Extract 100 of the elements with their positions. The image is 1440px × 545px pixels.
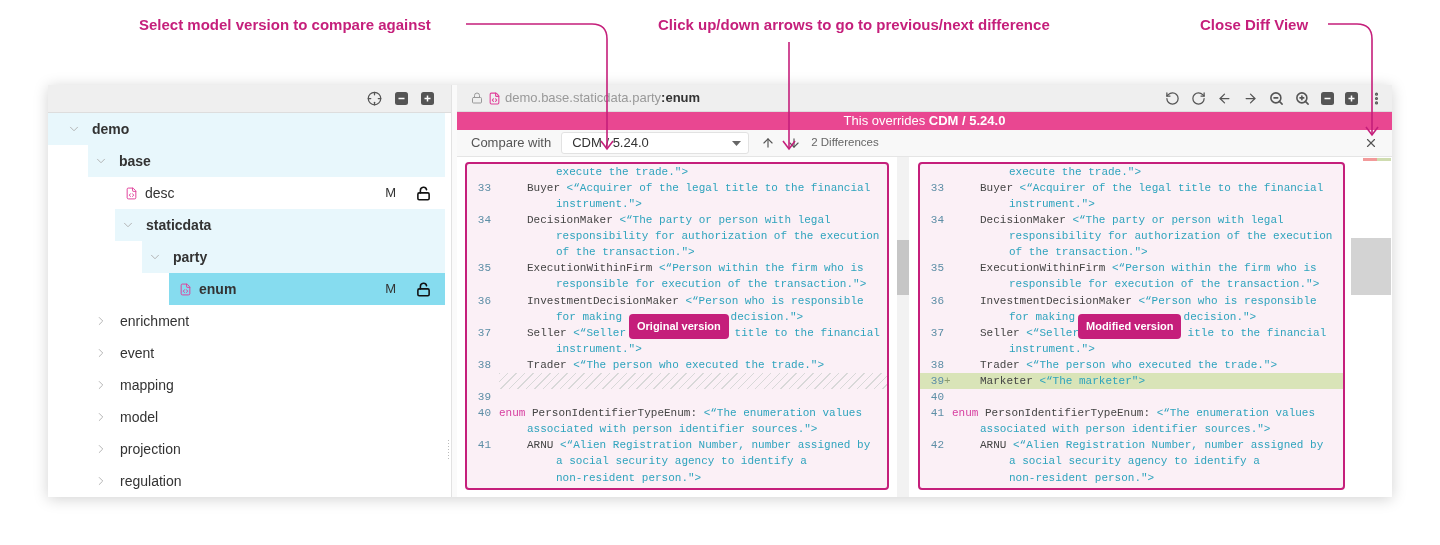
callout-label: Click up/down arrows to go to previous/next difference	[658, 15, 1050, 35]
zoom-out-icon	[1269, 90, 1284, 106]
tree-item-label: enrichment	[120, 311, 191, 331]
code-docstring: instrument.">	[556, 197, 642, 212]
collapse-button[interactable]	[1321, 91, 1334, 105]
callout-label: Select model version to compare against	[139, 15, 431, 35]
lock-open-icon	[416, 281, 431, 297]
code-identifier: DecisionMaker	[527, 213, 613, 229]
minus-square-icon	[1321, 91, 1334, 105]
code-identifier: Trader	[527, 357, 567, 373]
code-file-icon	[125, 186, 138, 200]
code-identifier: InvestmentDecisionMaker	[980, 293, 1132, 309]
code-docstring: responsible for execution of the transaction.">	[556, 277, 867, 293]
code-docstring: <“The enumeration values	[703, 406, 863, 422]
code-docstring: <“Alien Registration Number, number assigned by	[1013, 438, 1324, 454]
compare-label: Compare with	[471, 134, 552, 153]
tree-item-label: enum	[199, 279, 238, 299]
redo-button[interactable]	[1191, 90, 1206, 106]
locate-button[interactable]	[367, 91, 382, 106]
caret-icon	[732, 140, 742, 146]
code-identifier: Seller	[527, 325, 567, 341]
code-docstring: associated with person identifier sources.">	[980, 422, 1271, 438]
code-docstring: associated with person identifier sources.">	[527, 422, 818, 438]
line-number: 41	[930, 407, 944, 420]
code-docstring: <“Acquirer of the legal title to the financial	[1019, 180, 1324, 196]
arrow-right-icon	[1243, 90, 1258, 106]
plus-square-icon	[1345, 91, 1358, 105]
line-number: 42	[930, 439, 944, 452]
code-identifier: Marketer	[980, 374, 1033, 389]
code-docstring: responsibility for authorization of the execution	[556, 229, 880, 245]
line-number: 35	[930, 262, 944, 275]
code-docstring: instrument.">	[556, 341, 642, 357]
code-docstring: <“The party or person with legal	[619, 213, 831, 229]
line-number: 39	[477, 391, 491, 404]
code-docstring: instrument.">	[1009, 341, 1095, 357]
code-docstring: responsible for execution of the transaction.">	[1009, 277, 1320, 293]
expand-button[interactable]	[1345, 91, 1358, 105]
code-docstring: non-resident person.">	[556, 470, 702, 486]
code-docstring: <“The marketer">	[1039, 374, 1146, 389]
line-number: 41	[477, 439, 491, 452]
code-docstring: execute the trade.">	[556, 164, 689, 180]
code-file-icon	[179, 282, 192, 296]
forward-button[interactable]	[1243, 90, 1258, 106]
code-docstring: <“Seller	[573, 325, 626, 341]
code-docstring: <“The person who executed the trade.">	[573, 357, 825, 373]
version-label: Modified version	[1078, 314, 1182, 339]
tree-item-label: event	[120, 343, 156, 363]
tree-item[interactable]: enum M	[169, 273, 445, 305]
code-docstring: a social security agency to identify a	[556, 454, 807, 470]
code-identifier: PersonIdentifierTypeEnum:	[985, 406, 1151, 422]
code-identifier: ARNU	[527, 438, 554, 454]
zoom-out-button[interactable]	[1269, 90, 1284, 106]
line-number: 39	[930, 375, 944, 387]
code-identifier: ExecutionWithinFirm	[980, 261, 1106, 277]
code-docstring: of the transaction.">	[556, 245, 695, 261]
close-icon	[1364, 136, 1378, 150]
line-number: 36	[930, 294, 944, 307]
addition-mark	[1377, 158, 1391, 161]
code-docstring: a social security agency to identify a	[1009, 454, 1260, 470]
code-docstring: title to the financial	[734, 325, 880, 341]
tree-item-label: model	[120, 407, 160, 427]
code-docstring: for making	[1009, 309, 1075, 325]
close-diff-button[interactable]	[1364, 136, 1378, 150]
code-docstring: execute the trade.">	[1009, 164, 1142, 180]
code-docstring: <“Person within the firm who is	[1112, 261, 1317, 277]
code-docstring: <“Acquirer of the legal title to the financial	[566, 180, 871, 196]
code-docstring: <“The party or person with legal	[1072, 213, 1284, 229]
code-identifier: Buyer	[527, 180, 560, 196]
scrollbar-thumb[interactable]	[897, 240, 909, 295]
callout-label: Close Diff View	[1200, 15, 1309, 35]
version-select[interactable]: CDM / 5.24.0	[561, 132, 750, 154]
code-identifier: ARNU	[980, 438, 1007, 454]
code-docstring: <“Person who is responsible	[1138, 293, 1317, 309]
line-number: 38	[477, 358, 491, 371]
back-button[interactable]	[1217, 90, 1232, 106]
previous-difference-button[interactable]	[761, 136, 776, 150]
tree-item[interactable]: staticdata	[115, 209, 445, 241]
code-docstring: <“The person who executed the trade.">	[1026, 357, 1278, 373]
line-number: 34	[930, 214, 944, 227]
collapse-button[interactable]	[395, 92, 408, 105]
code-docstring: of the transaction.">	[1009, 245, 1148, 261]
zoom-in-button[interactable]	[1295, 90, 1310, 106]
modified-status: M	[385, 280, 396, 299]
undo-button[interactable]	[1165, 90, 1180, 106]
tree-item[interactable]: base	[88, 145, 445, 177]
code-docstring: <“Seller	[1026, 325, 1079, 341]
line-number: 35	[477, 262, 491, 275]
tree-item[interactable]: demo	[48, 113, 445, 145]
modified-status: M	[385, 184, 396, 203]
line-number: 33	[930, 181, 944, 194]
difference-count: 2 Differences	[811, 135, 879, 151]
code-docstring: <“Person who is responsible	[685, 293, 864, 309]
code-identifier: DecisionMaker	[980, 213, 1066, 229]
code-docstring: for making	[556, 309, 622, 325]
tree-item[interactable]: party	[142, 241, 445, 273]
lock-open-icon	[416, 185, 431, 201]
line-number: 36	[477, 294, 491, 307]
resize-handle[interactable]	[446, 439, 450, 461]
expand-button[interactable]	[421, 92, 434, 105]
code-identifier: ExecutionWithinFirm	[527, 261, 653, 277]
